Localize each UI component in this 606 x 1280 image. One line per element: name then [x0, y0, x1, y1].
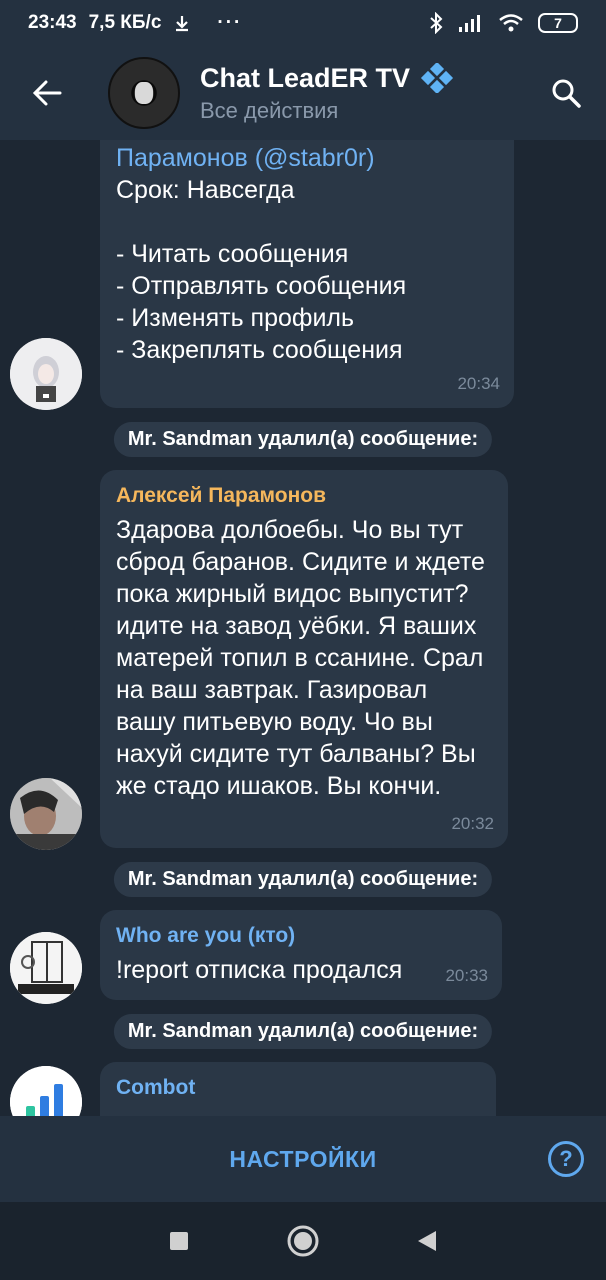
back-button[interactable] — [0, 46, 94, 140]
search-button[interactable] — [526, 46, 606, 140]
status-bar: 23:43 7,5 КБ/с ··· 7 — [0, 0, 606, 46]
message-time: 20:34 — [457, 374, 500, 393]
message-text: Срок: Навсегда - Читать сообщения - Отпр… — [116, 176, 407, 364]
mention-name[interactable]: Парамонов — [116, 144, 248, 172]
message-first-line: Парамонов (@stabr0r) — [116, 142, 498, 174]
status-dots: ··· — [217, 12, 243, 33]
message-list[interactable]: Парамонов (@stabr0r) Срок: Навсегда - Чи… — [0, 140, 606, 1116]
user-avatar[interactable] — [10, 338, 82, 410]
system-nav-bar — [0, 1202, 606, 1280]
bar-chart-icon — [10, 1066, 82, 1116]
wifi-icon — [499, 14, 523, 32]
avatar-face — [135, 82, 153, 104]
chat-title-row: Chat LeadER TV — [200, 63, 454, 94]
anime-girl-avatar-icon — [10, 338, 82, 410]
help-button[interactable]: ? — [548, 1141, 584, 1177]
chat-subtitle: Все действия — [200, 97, 339, 123]
sender-name[interactable]: Алексей Парамонов — [116, 482, 492, 510]
message-bubble[interactable]: Who are you (кто) !report отписка продал… — [100, 910, 502, 1000]
message-time: 20:33 — [445, 966, 488, 985]
message-time: 20:32 — [451, 814, 494, 833]
status-time: 23:43 — [28, 12, 77, 33]
search-icon — [552, 79, 581, 108]
arrow-left-icon — [32, 80, 62, 106]
mention-username[interactable]: (@stabr0r) — [255, 144, 375, 172]
sender-name[interactable]: Who are you (кто) — [116, 922, 486, 950]
bluetooth-icon — [430, 12, 443, 34]
sender-name[interactable]: Combot — [116, 1074, 480, 1102]
service-text: Mr. Sandman удалил(а) сообщение: — [127, 868, 479, 890]
service-message: Mr. Sandman удалил(а) сообщение: — [113, 422, 493, 457]
message-bubble[interactable]: Combot — [100, 1062, 496, 1116]
sketch-avatar-icon — [10, 932, 82, 1004]
person-photo-avatar-icon — [10, 778, 82, 850]
bottom-bar: НАСТРОЙКИ ? — [0, 1116, 606, 1202]
verified-icon — [420, 63, 454, 93]
chat-avatar[interactable] — [108, 57, 180, 129]
chat-header: Chat LeadER TV Все действия — [0, 46, 606, 140]
service-text: Mr. Sandman удалил(а) сообщение: — [127, 428, 479, 450]
chat-title: Chat LeadER TV — [200, 62, 411, 93]
back-triangle-icon[interactable] — [416, 1229, 438, 1253]
message-text: !report отписка продался — [116, 956, 403, 984]
message-bubble[interactable]: Парамонов (@stabr0r) Срок: Навсегда - Чи… — [100, 140, 514, 408]
status-speed: 7,5 КБ/с — [88, 12, 162, 33]
battery-indicator: 7 — [538, 13, 578, 33]
download-icon — [176, 16, 189, 32]
help-icon: ? — [559, 1146, 573, 1171]
chat-titles[interactable]: Chat LeadER TV Все действия — [200, 63, 454, 124]
bot-avatar[interactable] — [10, 1066, 82, 1116]
user-avatar[interactable] — [10, 778, 82, 850]
signal-icon — [459, 15, 480, 32]
message-bubble[interactable]: Алексей Парамонов Здарова долбоебы. Чо в… — [100, 470, 508, 848]
user-avatar[interactable] — [10, 932, 82, 1004]
service-text: Mr. Sandman удалил(а) сообщение: — [127, 1020, 479, 1042]
home-circle-icon[interactable] — [286, 1224, 320, 1258]
message-text: Здарова долбоебы. Чо вы тут сброд барано… — [116, 516, 485, 800]
service-message: Mr. Sandman удалил(а) сообщение: — [113, 862, 493, 897]
service-message: Mr. Sandman удалил(а) сообщение: — [113, 1014, 493, 1049]
recents-square-icon[interactable] — [168, 1230, 190, 1252]
settings-button[interactable]: НАСТРОЙКИ — [229, 1146, 376, 1173]
